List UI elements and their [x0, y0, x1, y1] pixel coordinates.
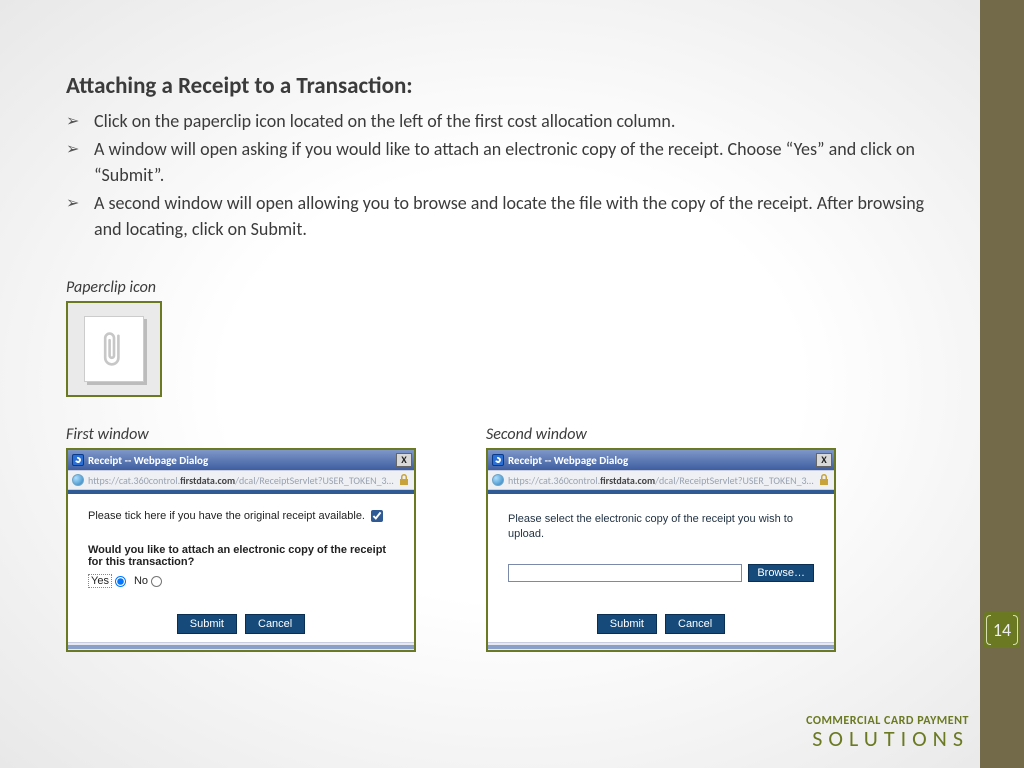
cancel-button[interactable]: Cancel [245, 614, 305, 634]
caption-paperclip: Paperclip icon [66, 278, 936, 297]
upload-message: Please select the electronic copy of the… [508, 512, 814, 542]
close-button[interactable]: X [816, 453, 832, 467]
list-item: A second window will open allowing you t… [66, 190, 936, 242]
brand-line2: SOLUTIONS [806, 728, 969, 750]
submit-button[interactable]: Submit [177, 614, 237, 634]
browse-button[interactable]: Browse… [748, 564, 814, 582]
globe-icon [492, 474, 504, 486]
cancel-button[interactable]: Cancel [665, 614, 725, 634]
paperclip-icon-box [66, 301, 162, 397]
url-prefix: https://cat.360control. [88, 474, 180, 487]
dialog-body: Please select the electronic copy of the… [488, 494, 834, 606]
first-dialog: Receipt -- Webpage Dialog X https://cat.… [66, 448, 416, 652]
url-bar: https://cat.360control.firstdata.com/dca… [488, 470, 834, 490]
globe-icon [72, 474, 84, 486]
page-number: 14 [993, 619, 1011, 641]
no-radio[interactable] [151, 576, 162, 587]
slide: 14 COMMERCIAL CARD PAYMENT SOLUTIONS Att… [0, 0, 1024, 768]
dialog-title: Receipt -- Webpage Dialog [508, 454, 628, 467]
tick-label: Please tick here if you have the origina… [88, 510, 365, 522]
no-label: No [134, 575, 148, 587]
dialog-footer [488, 642, 834, 650]
no-option[interactable]: No [134, 575, 162, 587]
url-host: firstdata.com [600, 474, 655, 487]
url-text: https://cat.360control.firstdata.com/dca… [88, 474, 394, 487]
second-dialog: Receipt -- Webpage Dialog X https://cat.… [486, 448, 836, 652]
url-text: https://cat.360control.firstdata.com/dca… [508, 474, 814, 487]
caption-second-window: Second window [486, 425, 836, 444]
lock-icon [398, 473, 410, 487]
original-receipt-checkbox[interactable] [371, 510, 383, 522]
dialog-body: Please tick here if you have the origina… [68, 494, 414, 606]
dialog-titlebar: Receipt -- Webpage Dialog X [68, 450, 414, 470]
page-title: Attaching a Receipt to a Transaction: [66, 72, 936, 100]
url-bar: https://cat.360control.firstdata.com/dca… [68, 470, 414, 490]
dialog-actions: Submit Cancel [488, 606, 834, 642]
first-window-col: First window Receipt -- Webpage Dialog X… [66, 425, 416, 652]
paperclip-svg [100, 327, 128, 371]
content-area: Attaching a Receipt to a Transaction: Cl… [66, 72, 936, 652]
ie-icon [72, 454, 84, 466]
list-item: Click on the paperclip icon located on t… [66, 108, 936, 134]
attach-question: Would you like to attach an electronic c… [88, 544, 394, 568]
caption-first-window: First window [66, 425, 416, 444]
close-button[interactable]: X [396, 453, 412, 467]
dialog-footer [68, 642, 414, 650]
dialog-titlebar: Receipt -- Webpage Dialog X [488, 450, 834, 470]
url-host: firstdata.com [180, 474, 235, 487]
yes-option[interactable]: Yes [88, 574, 126, 588]
url-prefix: https://cat.360control. [508, 474, 600, 487]
ie-icon [492, 454, 504, 466]
paperclip-icon [84, 316, 144, 382]
yes-radio[interactable] [115, 576, 126, 587]
url-suffix: /dcal/ReceiptServlet?USER_TOKEN_360=lwy4… [235, 474, 394, 487]
file-path-input[interactable] [508, 564, 742, 582]
url-suffix: /dcal/ReceiptServlet?USER_TOKEN_360= [655, 474, 814, 487]
submit-button[interactable]: Submit [597, 614, 657, 634]
dialog-title: Receipt -- Webpage Dialog [88, 454, 208, 467]
yes-label: Yes [88, 574, 112, 588]
lock-icon [818, 473, 830, 487]
list-item: A window will open asking if you would l… [66, 136, 936, 188]
brand-block: COMMERCIAL CARD PAYMENT SOLUTIONS [806, 715, 969, 750]
right-sidebar [980, 0, 1024, 768]
page-number-badge: 14 [984, 612, 1020, 648]
second-window-col: Second window Receipt -- Webpage Dialog … [486, 425, 836, 652]
dialog-actions: Submit Cancel [68, 606, 414, 642]
instruction-list: Click on the paperclip icon located on t… [66, 108, 936, 242]
